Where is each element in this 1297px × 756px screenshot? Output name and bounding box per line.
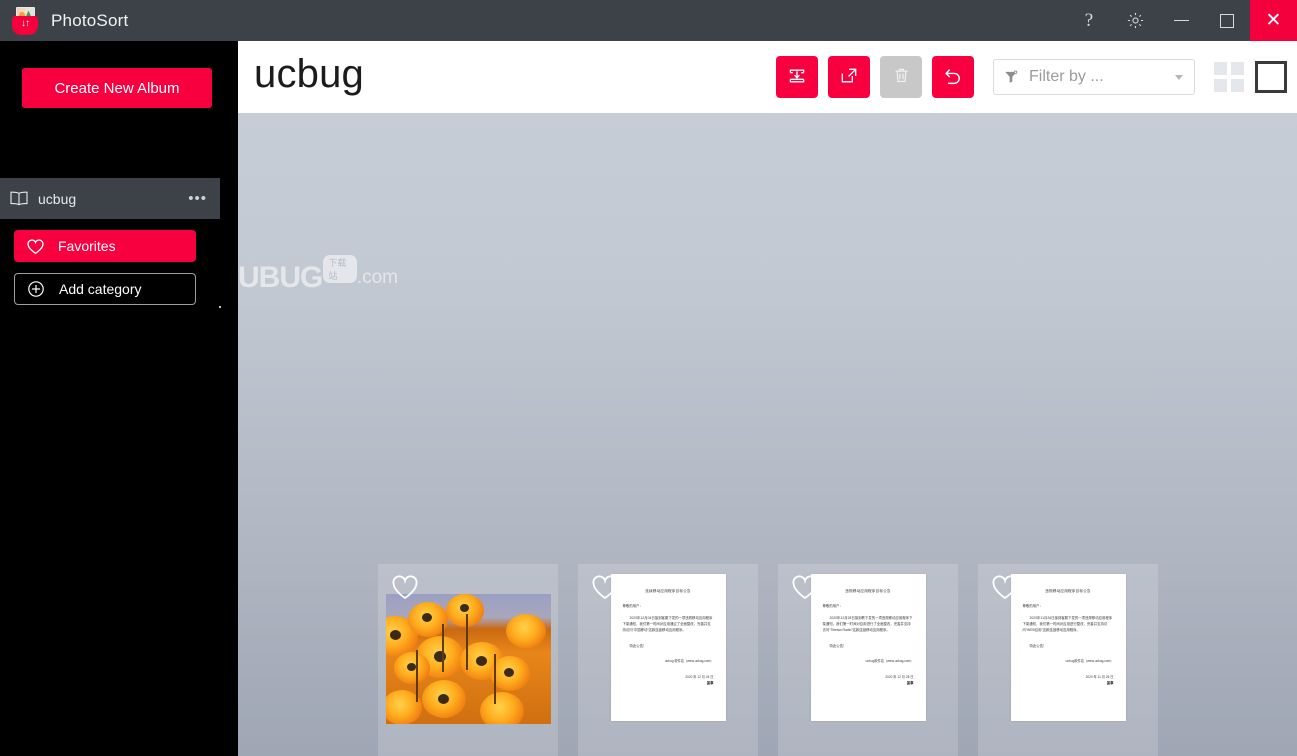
close-glyph: ✕: [1265, 10, 1282, 31]
thumbnail-strip: 连续移动应用程序目标公告 尊敬的用户： 2020年12月04日接到客服下发的一项…: [378, 564, 1297, 756]
grid-view-button[interactable]: [1213, 61, 1245, 93]
ucbug-watermark: U BUG 下载站 .com: [238, 255, 398, 295]
import-button[interactable]: [776, 56, 818, 98]
sidebar-category-favorites[interactable]: Favorites: [14, 230, 196, 262]
watermark-main: BUG: [258, 261, 324, 294]
doc-stamp: 盖章: [906, 680, 914, 685]
gear-icon[interactable]: [1112, 0, 1158, 41]
page-title: ucbug: [254, 52, 364, 96]
doc-signature-site: ucbug软件站（www.ucbug.com）: [1065, 658, 1114, 663]
doc-title: 违规移动应用程序目标公告: [845, 589, 891, 593]
thumbnail-image-flowers: [385, 594, 551, 724]
delete-button[interactable]: [880, 56, 922, 98]
sidebar-add-category-button[interactable]: Add category: [14, 273, 196, 305]
doc-body: 2020年11月26日接到客服下发的一项违规移动应用程序下架通知，我们第一时间对…: [1022, 616, 1113, 633]
content-header: ucbug Filter by ...: [238, 41, 1297, 113]
thumbnail-item[interactable]: 违规移动应用程序目标公告 尊敬的用户： 2020年12月28日接到教下发的一项违…: [778, 564, 958, 756]
doc-salutation: 尊敬的用户：: [822, 604, 843, 608]
photosort-window: ↓↑ PhotoSort ? ✕ Create New Album ucbug …: [0, 0, 1297, 756]
thumbnail-image-document: 违规移动应用程序目标公告 尊敬的用户： 2020年11月26日接到客服下发的一项…: [1010, 574, 1126, 721]
doc-thanks: 特此公告！: [829, 643, 847, 648]
doc-stamp: 盖章: [1106, 680, 1114, 685]
doc-body: 2020年12月04日接到客服下发的一项违规移动应用程序下架通知，我们第一时间对…: [622, 616, 713, 633]
filter-dropdown[interactable]: Filter by ...: [993, 59, 1195, 95]
sidebar-category-label: Favorites: [58, 238, 116, 254]
doc-title: 违规移动应用程序目标公告: [1045, 589, 1091, 593]
export-share-icon: [839, 66, 859, 89]
doc-body: 2020年12月28日接到教下发的一项违规移动应用程序下架通知，我们第一时间对应…: [822, 616, 913, 633]
close-icon[interactable]: ✕: [1250, 0, 1297, 41]
single-view-button[interactable]: [1255, 61, 1287, 93]
heart-outline-icon[interactable]: [591, 574, 619, 600]
doc-thanks: 特此公告！: [1029, 643, 1047, 648]
filter-value: Filter by ...: [1029, 68, 1104, 85]
thumbnail-item[interactable]: 连续移动应用程序目标公告 尊敬的用户： 2020年12月04日接到客服下发的一项…: [578, 564, 758, 756]
watermark-u: U: [238, 261, 260, 294]
sidebar: Create New Album ucbug ••• Favorites Add…: [0, 41, 238, 756]
doc-salutation: 尊敬的用户：: [622, 604, 643, 608]
sidebar-item-ucbug[interactable]: ucbug •••: [0, 178, 220, 219]
sidebar-category-label: Add category: [59, 281, 142, 297]
thumbnail-image-document: 违规移动应用程序目标公告 尊敬的用户： 2020年12月28日接到教下发的一项违…: [810, 574, 926, 721]
app-title: PhotoSort: [51, 10, 129, 30]
undo-arrow-icon: [942, 65, 964, 90]
trash-icon: [892, 66, 911, 88]
window-controls: ? ✕: [1066, 0, 1297, 41]
thumbnail-item[interactable]: [378, 564, 558, 756]
doc-thanks: 特此公告！: [629, 643, 647, 648]
thumbnail-image-document: 连续移动应用程序目标公告 尊敬的用户： 2020年12月04日接到客服下发的一项…: [610, 574, 726, 721]
heart-icon: [20, 238, 50, 255]
heart-outline-icon[interactable]: [391, 574, 419, 600]
app-logo-icon: ↓↑: [10, 6, 40, 36]
sidebar-album-label: ucbug: [38, 190, 77, 207]
funnel-filter-icon: [1004, 70, 1018, 84]
import-download-icon: [787, 66, 807, 89]
heart-outline-icon[interactable]: [991, 574, 1019, 600]
photo-canvas: U BUG 下载站 .com 连续移动应用程序目标公告 尊敬的用户： 2020年…: [238, 113, 1297, 756]
export-button[interactable]: [828, 56, 870, 98]
watermark-badge: 下载站: [323, 255, 357, 283]
help-glyph: ?: [1084, 9, 1094, 31]
thumbnail-item[interactable]: 违规移动应用程序目标公告 尊敬的用户： 2020年11月26日接到客服下发的一项…: [978, 564, 1158, 756]
minimize-icon[interactable]: [1158, 0, 1204, 41]
create-new-album-button[interactable]: Create New Album: [22, 68, 212, 108]
doc-stamp: 盖章: [706, 680, 714, 685]
undo-button[interactable]: [932, 56, 974, 98]
chevron-down-icon[interactable]: [1175, 74, 1183, 80]
heart-outline-icon[interactable]: [791, 574, 819, 600]
doc-title: 连续移动应用程序目标公告: [645, 589, 691, 593]
watermark-suffix: .com: [356, 267, 398, 288]
doc-signature-site: ucbug 软件站（www.ucbug.com）: [664, 658, 714, 663]
doc-signature-site: ucbug软件站（www.ucbug.com）: [865, 658, 914, 663]
more-options-icon[interactable]: •••: [188, 190, 207, 207]
main-content: ucbug Filter by ... U BUG 下载站 .com 连续移动应…: [238, 41, 1297, 756]
maximize-icon[interactable]: [1204, 0, 1250, 41]
doc-salutation: 尊敬的用户：: [1022, 604, 1043, 608]
title-bar: ↓↑ PhotoSort ? ✕: [0, 0, 1297, 41]
help-icon[interactable]: ?: [1066, 0, 1112, 41]
album-book-icon: [10, 191, 28, 206]
plus-circle-icon: [21, 280, 51, 298]
resize-handle-dot: [219, 306, 221, 308]
